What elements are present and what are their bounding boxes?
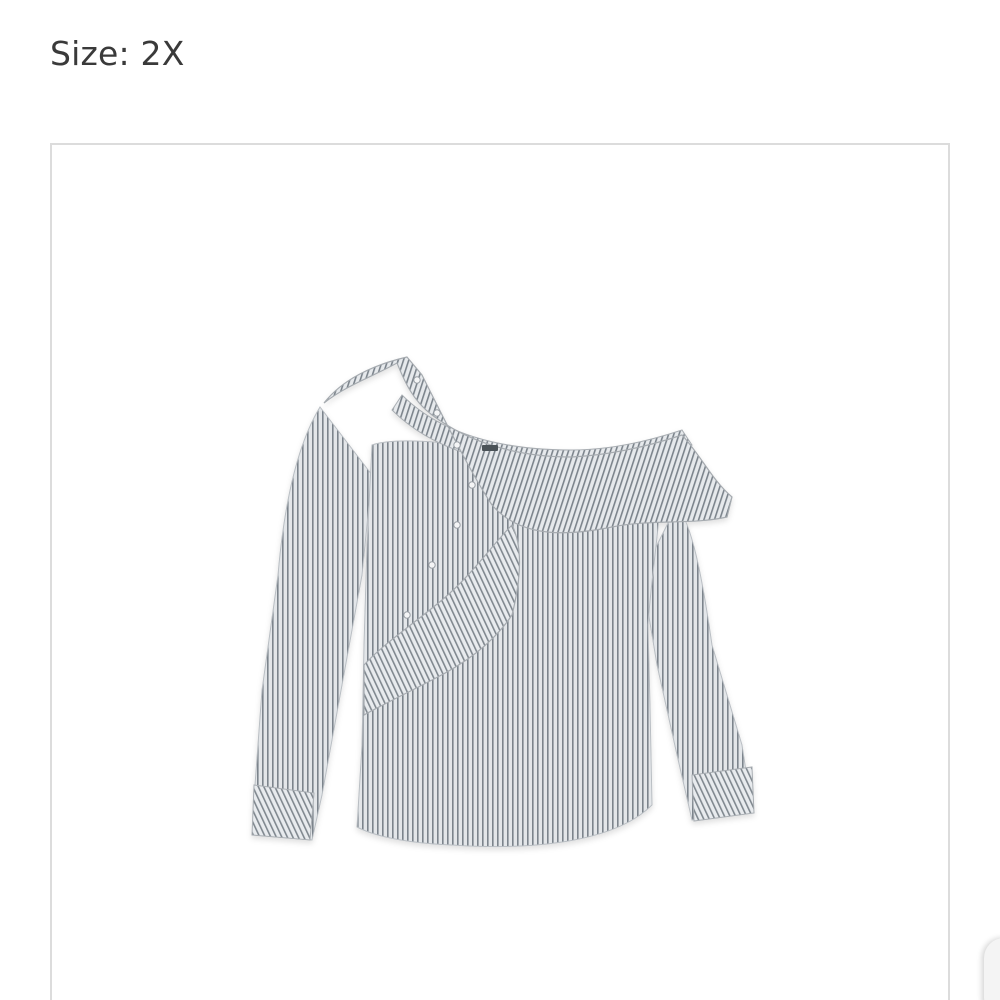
product-detail-page: Size: 2X — [0, 0, 1000, 1000]
size-label: Size: 2X — [50, 34, 185, 73]
blouse-image — [251, 356, 755, 848]
product-image-frame[interactable] — [50, 143, 950, 1000]
floating-action-button[interactable] — [984, 938, 1000, 1000]
